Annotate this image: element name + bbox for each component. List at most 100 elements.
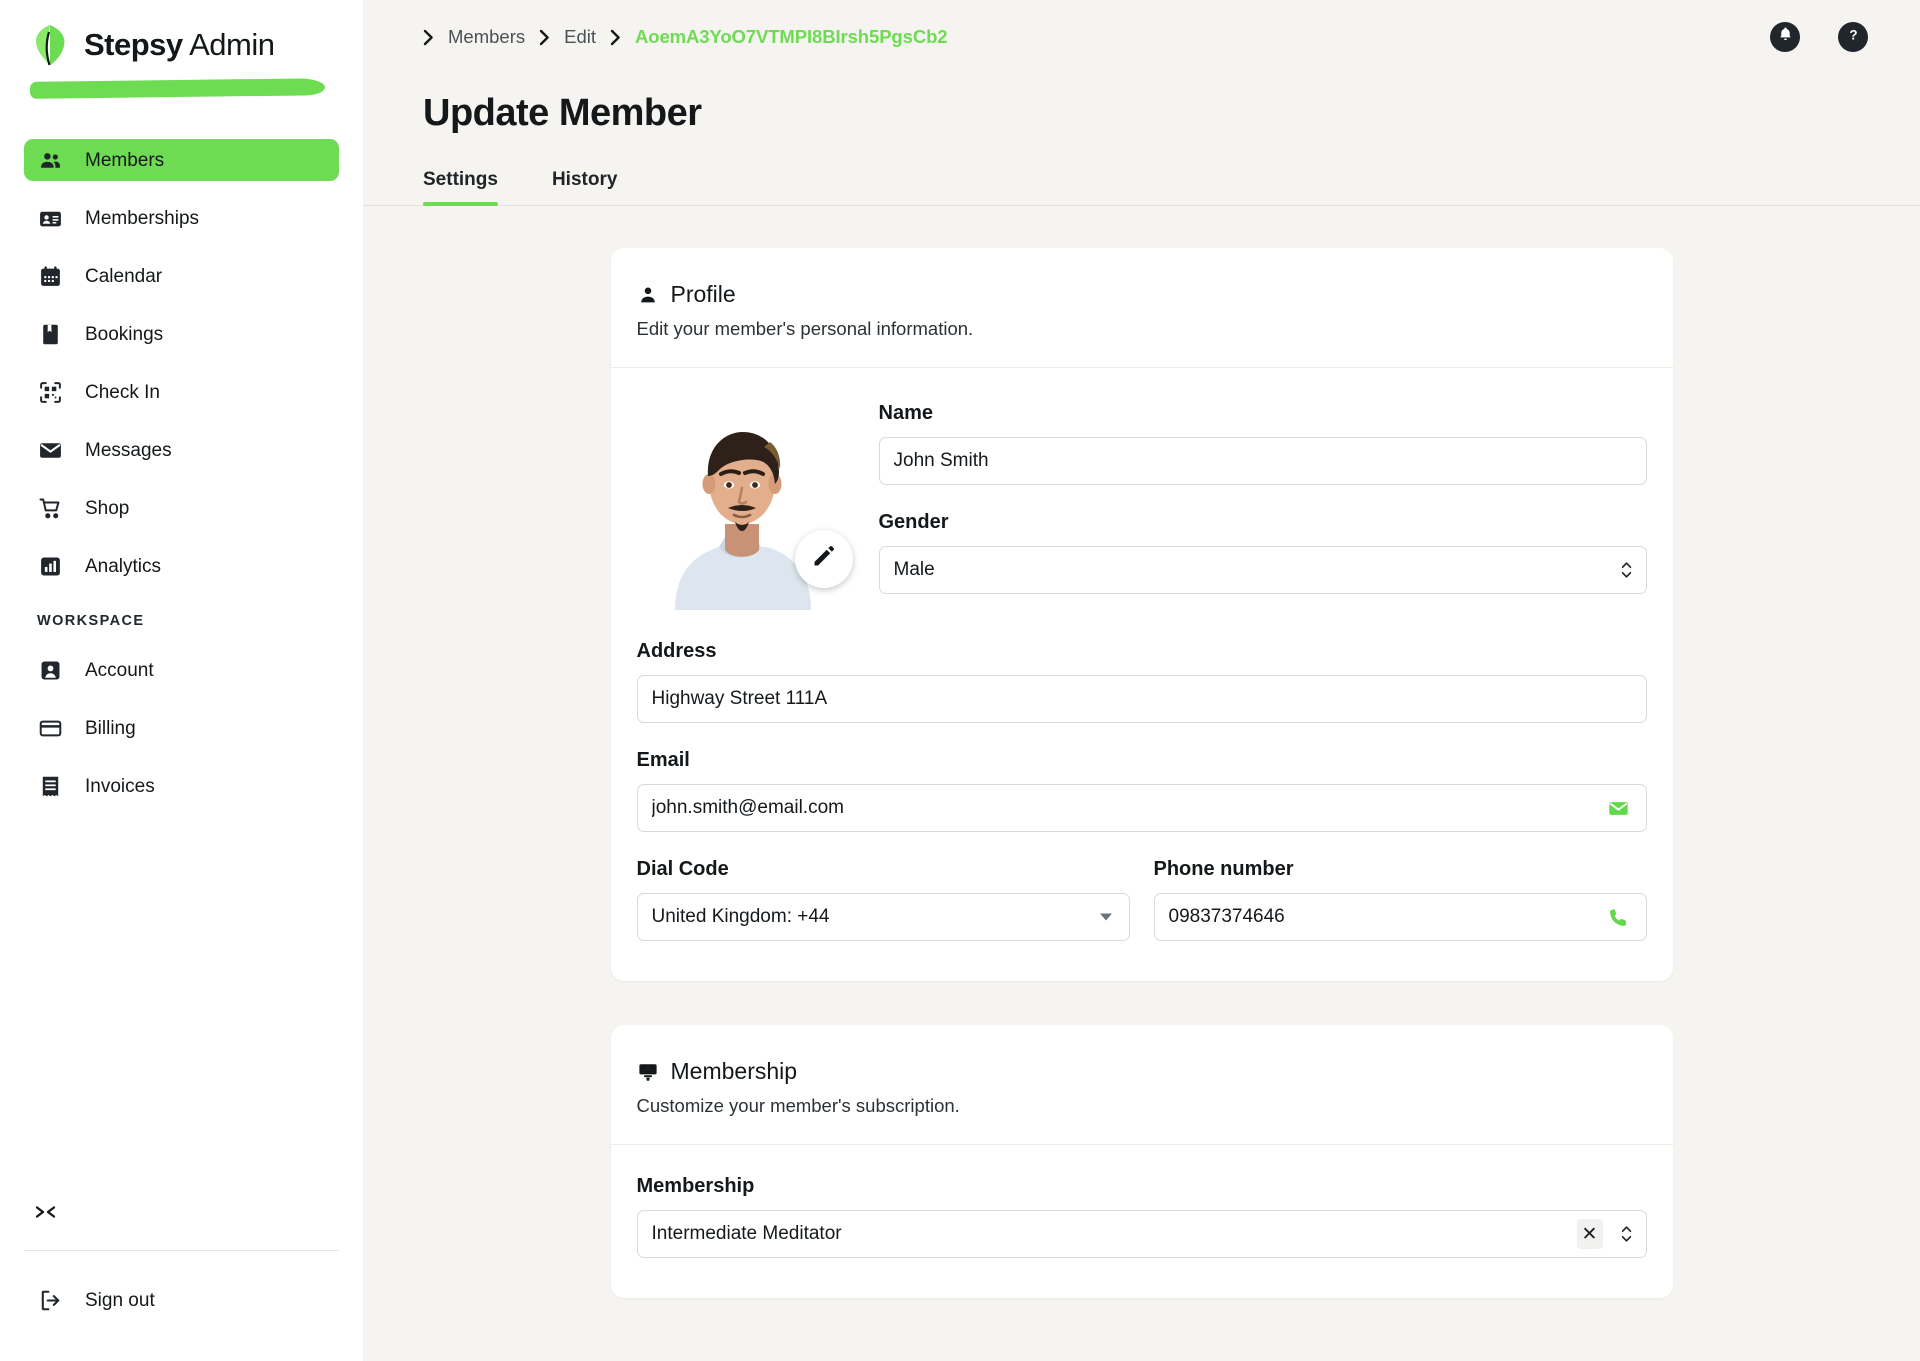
sign-out-icon [37, 1287, 63, 1313]
membership-field-group: Membership ✕ [636, 1175, 1647, 1258]
profile-card-title-row: Profile [637, 281, 1647, 308]
sidebar-item-label: Analytics [85, 555, 162, 577]
profile-top-row: Name Gender [636, 398, 1647, 610]
membership-card-header: Membership Customize your member's subsc… [610, 1025, 1673, 1145]
gender-stepper-icon[interactable] [1620, 559, 1633, 581]
sidebar-item-messages[interactable]: Messages [24, 429, 339, 471]
page-title: Update Member [423, 92, 702, 134]
phone-number-input[interactable] [1153, 893, 1647, 941]
sidebar-item-label: Shop [85, 497, 130, 519]
sidebar-item-memberships[interactable]: Memberships [24, 197, 339, 239]
profile-card-body: Name Gender [611, 368, 1673, 981]
name-input-wrap [878, 437, 1647, 485]
topbar: Members Edit AoemA3YoO7VTMPI8BIrsh5PgsCb… [363, 0, 1920, 74]
sidebar-item-label: Billing [85, 717, 136, 739]
sidebar-item-billing[interactable]: Billing [24, 707, 339, 749]
membership-card-title: Membership [670, 1058, 798, 1084]
profile-card-subtitle: Edit your member's personal information. [636, 318, 974, 339]
clear-membership-button[interactable]: ✕ [1576, 1219, 1603, 1249]
chevron-right-icon [539, 29, 550, 46]
sidebar-item-bookings[interactable]: Bookings [24, 313, 339, 355]
tab-settings[interactable]: Settings [423, 169, 498, 206]
email-input[interactable] [636, 784, 1647, 832]
email-field-group: Email [636, 749, 1647, 832]
membership-card-body: Membership ✕ [611, 1145, 1673, 1298]
name-field-group: Name [878, 402, 1647, 485]
main-area: Members Edit AoemA3YoO7VTMPI8BIrsh5PgsCb… [363, 0, 1920, 1361]
membership-card: Membership Customize your member's subsc… [610, 1025, 1673, 1298]
sidebar-item-account[interactable]: Account [24, 649, 339, 691]
phone-number-input-wrap [1153, 893, 1647, 941]
email-input-wrap [636, 784, 1647, 832]
sidebar-item-check-in[interactable]: Check In [24, 371, 339, 413]
brand-name-light: Admin [189, 27, 275, 62]
dial-code-label: Dial Code [636, 858, 729, 880]
dial-code-input-wrap [636, 893, 1130, 941]
sidebar-item-label: Check In [85, 381, 160, 403]
sidebar-item-members[interactable]: Members [24, 139, 339, 181]
gender-select[interactable] [878, 546, 1647, 594]
dial-code-field-group: Dial Code [636, 858, 1130, 941]
account-icon [37, 657, 63, 683]
sidebar-item-label: Account [85, 659, 154, 681]
sidebar-item-label: Calendar [85, 265, 163, 287]
address-label: Address [636, 640, 717, 662]
email-label: Email [636, 749, 690, 771]
profile-card-title: Profile [670, 281, 736, 307]
address-input-wrap [636, 675, 1647, 723]
notifications-button[interactable] [1770, 22, 1800, 52]
sidebar-item-label: Messages [85, 439, 172, 461]
chevron-right-icon [610, 29, 621, 46]
sidebar-divider [24, 1250, 339, 1251]
membership-input-wrap: ✕ [636, 1210, 1647, 1258]
envelope-icon [37, 437, 63, 463]
sidebar-item-label: Bookings [85, 323, 164, 345]
tab-bar: Settings History [363, 135, 1920, 206]
sidebar-footer: Sign out [0, 1200, 363, 1361]
pencil-icon [811, 544, 836, 574]
sign-out-button[interactable]: Sign out [24, 1279, 339, 1321]
calendar-icon [37, 263, 63, 289]
gender-label: Gender [878, 511, 949, 533]
profile-right-fields: Name Gender [878, 398, 1647, 594]
collapse-sidebar-button[interactable] [32, 1200, 66, 1224]
breadcrumb-item-member-id[interactable]: AoemA3YoO7VTMPI8BIrsh5PgsCb2 [635, 26, 948, 48]
qr-code-icon [37, 379, 63, 405]
sidebar-item-label: Members [85, 149, 165, 171]
sidebar-item-calendar[interactable]: Calendar [24, 255, 339, 297]
receipt-icon [37, 773, 63, 799]
sidebar-item-shop[interactable]: Shop [24, 487, 339, 529]
membership-card-title-row: Membership [637, 1058, 1647, 1085]
avatar-container [636, 398, 853, 610]
breadcrumb-item-edit[interactable]: Edit [564, 26, 596, 48]
bookmark-icon [37, 321, 63, 347]
primary-nav: Members Memberships Calendar Bookings Ch… [0, 139, 363, 823]
sidebar-item-invoices[interactable]: Invoices [24, 765, 339, 807]
brand-title: Stepsy Admin [84, 27, 275, 63]
app-root: Stepsy Admin Members Memberships Calenda… [0, 0, 1920, 1361]
membership-icon [637, 1061, 659, 1083]
tab-history[interactable]: History [552, 169, 617, 205]
membership-label: Membership [636, 1175, 755, 1197]
membership-stepper-icon[interactable] [1620, 1223, 1633, 1245]
name-input[interactable] [878, 437, 1647, 485]
help-button[interactable]: ? [1838, 22, 1868, 52]
bell-icon [1776, 25, 1795, 49]
sidebar-section-workspace-label: WORKSPACE [37, 613, 145, 629]
breadcrumb: Members Edit AoemA3YoO7VTMPI8BIrsh5PgsCb… [423, 26, 948, 48]
content-scroll-area: Profile Edit your member's personal info… [363, 206, 1920, 1326]
breadcrumb-item-members[interactable]: Members [448, 26, 525, 48]
brand[interactable]: Stepsy Admin [0, 0, 363, 68]
sidebar: Stepsy Admin Members Memberships Calenda… [0, 0, 363, 1361]
edit-avatar-button[interactable] [794, 530, 853, 588]
address-input[interactable] [636, 675, 1647, 723]
id-card-icon [37, 205, 63, 231]
dial-code-select[interactable] [636, 893, 1130, 941]
name-label: Name [878, 402, 933, 424]
sidebar-item-label: Invoices [85, 775, 155, 797]
sign-out-label: Sign out [85, 1289, 155, 1311]
stepsy-leaf-logo-icon [30, 22, 70, 68]
sidebar-item-analytics[interactable]: Analytics [24, 545, 339, 587]
credit-card-icon [37, 715, 63, 741]
membership-select[interactable] [636, 1210, 1647, 1258]
